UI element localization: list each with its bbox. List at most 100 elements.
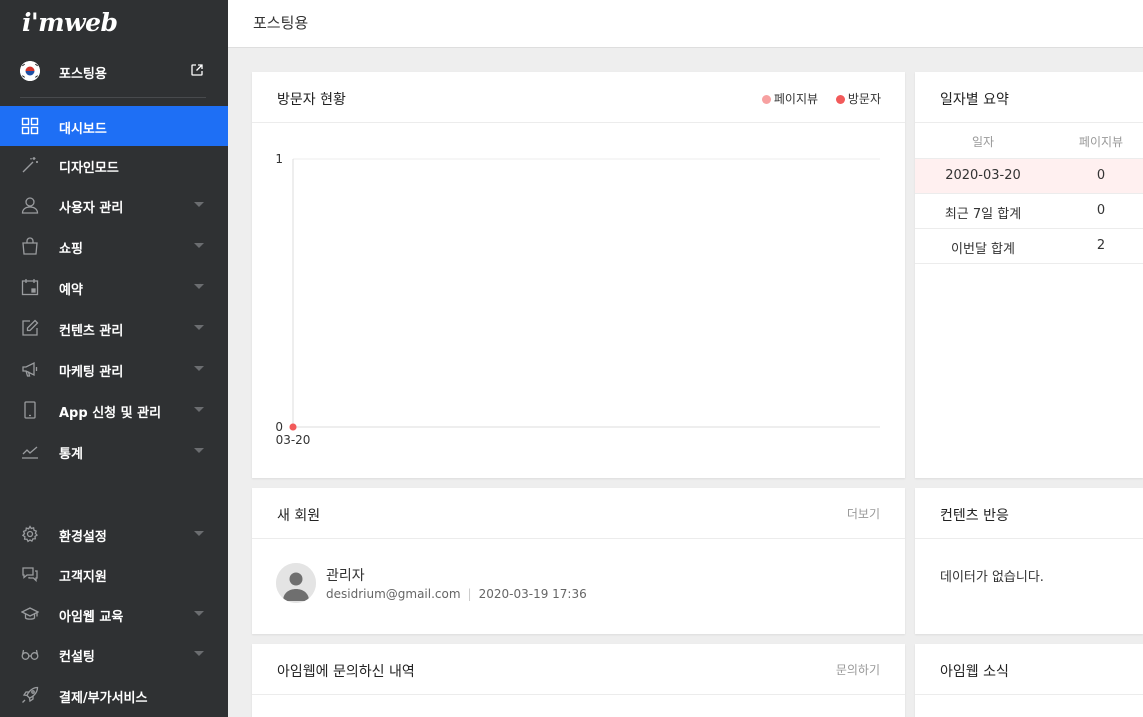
imweb-logo[interactable]: i'mweb xyxy=(22,8,118,37)
more-link[interactable]: 더보기 xyxy=(847,505,880,522)
y-tick-label: 0 xyxy=(275,420,283,434)
mobile-icon xyxy=(24,401,36,419)
sidebar-item-shopping[interactable]: 쇼핑 xyxy=(0,226,228,266)
visitors-card: 방문자 현황 페이지뷰 방문자 0 1 03-20 xyxy=(252,72,905,478)
content-reaction-title: 컨텐츠 반응 xyxy=(940,508,1009,524)
sidebar-item-users[interactable]: 사용자 관리 xyxy=(0,185,228,225)
member-email: desidrium@gmail.com xyxy=(326,587,461,601)
caret-down-icon xyxy=(194,243,204,248)
sidebar-item-support[interactable]: 고객지원 xyxy=(0,554,228,594)
legend-item-visitor[interactable]: 방문자 xyxy=(835,92,881,106)
cell-pageview: 0 xyxy=(1096,168,1106,183)
sidebar-item-label: App 신청 및 관리 xyxy=(59,406,162,421)
column-header-date: 일자 xyxy=(971,135,995,149)
caret-down-icon xyxy=(194,651,204,656)
sidebar-item-settings[interactable]: 환경설정 xyxy=(0,514,228,554)
sidebar-item-label: 사용자 관리 xyxy=(59,201,124,216)
sidebar-item-label: 환경설정 xyxy=(59,530,107,545)
avatar xyxy=(276,563,316,603)
caret-down-icon xyxy=(194,611,204,616)
data-point xyxy=(289,423,297,431)
daily-summary-card: 일자별 요약 일자 페이지뷰 2020-03-20 0 최근 7일 합계 0 이… xyxy=(915,72,1143,478)
shopping-bag-icon xyxy=(22,237,38,255)
caret-down-icon xyxy=(194,531,204,536)
legend-item-pageview[interactable]: 페이지뷰 xyxy=(761,92,819,106)
legend-dot xyxy=(835,95,845,104)
page-title: 포스팅용 xyxy=(253,14,309,32)
cell-date: 2020-03-20 xyxy=(945,168,1021,183)
user-avatar-icon xyxy=(276,563,316,603)
summary-title: 일자별 요약 xyxy=(940,92,1009,108)
sidebar-item-design-mode[interactable]: 디자인모드 xyxy=(0,145,228,185)
top-header: 포스팅용 xyxy=(228,0,1143,48)
inquiries-card: 아임웹에 문의하신 내역 문의하기 xyxy=(252,644,905,717)
member-joined: 2020-03-19 17:36 xyxy=(478,587,587,601)
cell-date: 최근 7일 합계 xyxy=(944,207,1022,222)
sidebar-item-statistics[interactable]: 통계 xyxy=(0,431,228,471)
table-row: 이번달 합계 2 xyxy=(915,229,1143,264)
table-row: 최근 7일 합계 0 xyxy=(915,194,1143,229)
sidebar-item-dashboard[interactable]: 대시보드 xyxy=(0,106,228,146)
empty-message: 데이터가 없습니다. xyxy=(940,570,1044,585)
table-header-row: 일자 페이지뷰 xyxy=(915,124,1143,159)
sidebar-item-label: 디자인모드 xyxy=(59,161,119,176)
sidebar-divider xyxy=(20,97,206,98)
gear-icon xyxy=(21,525,38,543)
megaphone-icon xyxy=(22,361,38,377)
sidebar-item-app[interactable]: App 신청 및 관리 xyxy=(0,390,228,430)
graduation-cap-icon xyxy=(21,607,39,620)
site-selector[interactable]: 포스팅용 xyxy=(0,55,228,89)
sidebar-item-marketing[interactable]: 마케팅 관리 xyxy=(0,349,228,389)
inquiries-title: 아임웹에 문의하신 내역 xyxy=(277,664,415,680)
table-row: 2020-03-20 0 xyxy=(915,159,1143,194)
glasses-icon xyxy=(21,649,39,660)
sidebar-item-label: 컨설팅 xyxy=(59,650,95,665)
inquiry-link[interactable]: 문의하기 xyxy=(836,661,880,678)
cell-pageview: 2 xyxy=(1096,238,1106,253)
column-header-pageview: 페이지뷰 xyxy=(1078,135,1124,149)
card-header: 새 회원 더보기 xyxy=(252,488,905,539)
sidebar-item-label: 고객지원 xyxy=(59,570,107,585)
site-name: 포스팅용 xyxy=(59,67,107,82)
caret-down-icon xyxy=(194,202,204,207)
legend-label: 페이지뷰 xyxy=(773,92,819,106)
summary-table: 일자 페이지뷰 2020-03-20 0 최근 7일 합계 0 이번달 합계 2 xyxy=(915,124,1143,264)
card-header: 방문자 현황 페이지뷰 방문자 xyxy=(252,72,905,123)
cell-pageview: 0 xyxy=(1096,203,1106,218)
chart-legend: 페이지뷰 방문자 xyxy=(748,90,881,107)
legend-label: 방문자 xyxy=(847,92,881,106)
legend-dot xyxy=(761,95,771,104)
sidebar-item-booking[interactable]: 예약 xyxy=(0,267,228,307)
cell-date: 이번달 합계 xyxy=(951,242,1015,257)
card-header: 아임웹 소식 xyxy=(915,644,1143,695)
chat-icon xyxy=(22,567,38,583)
card-header: 컨텐츠 반응 xyxy=(915,488,1143,539)
sidebar-item-education[interactable]: 아임웹 교육 xyxy=(0,594,228,634)
korea-flag-icon xyxy=(20,61,40,81)
caret-down-icon xyxy=(194,284,204,289)
card-header: 일자별 요약 xyxy=(915,72,1143,123)
chart-line-icon xyxy=(22,446,38,459)
sidebar-item-label: 아임웹 교육 xyxy=(59,610,124,625)
new-members-card: 새 회원 더보기 관리자 desidrium@gmail.com | 2020-03… xyxy=(252,488,905,634)
edit-icon xyxy=(22,319,39,336)
sidebar: i'mweb 포스팅용 대시보드 디자인모드 사용자 관리 쇼핑 예약 컨텐츠 … xyxy=(0,0,228,717)
calendar-icon xyxy=(21,279,39,296)
sidebar-item-billing[interactable]: 결제/부가서비스 xyxy=(0,675,228,715)
card-header: 아임웹에 문의하신 내역 문의하기 xyxy=(252,644,905,695)
magic-wand-icon xyxy=(22,157,38,173)
new-members-title: 새 회원 xyxy=(277,508,321,524)
news-title: 아임웹 소식 xyxy=(940,664,1009,680)
member-name: 관리자 xyxy=(326,568,365,584)
grid-icon xyxy=(21,117,39,135)
sidebar-item-contents[interactable]: 컨텐츠 관리 xyxy=(0,308,228,348)
sidebar-item-consulting[interactable]: 컨설팅 xyxy=(0,634,228,674)
member-meta: desidrium@gmail.com | 2020-03-19 17:36 xyxy=(326,587,587,601)
y-tick-label: 1 xyxy=(275,152,283,166)
caret-down-icon xyxy=(194,366,204,371)
sidebar-item-label: 결제/부가서비스 xyxy=(59,691,148,706)
content-reaction-card: 컨텐츠 반응 데이터가 없습니다. xyxy=(915,488,1143,634)
visitor-chart: 0 1 03-20 xyxy=(275,152,880,447)
caret-down-icon xyxy=(194,407,204,412)
external-link-icon[interactable] xyxy=(190,63,204,77)
